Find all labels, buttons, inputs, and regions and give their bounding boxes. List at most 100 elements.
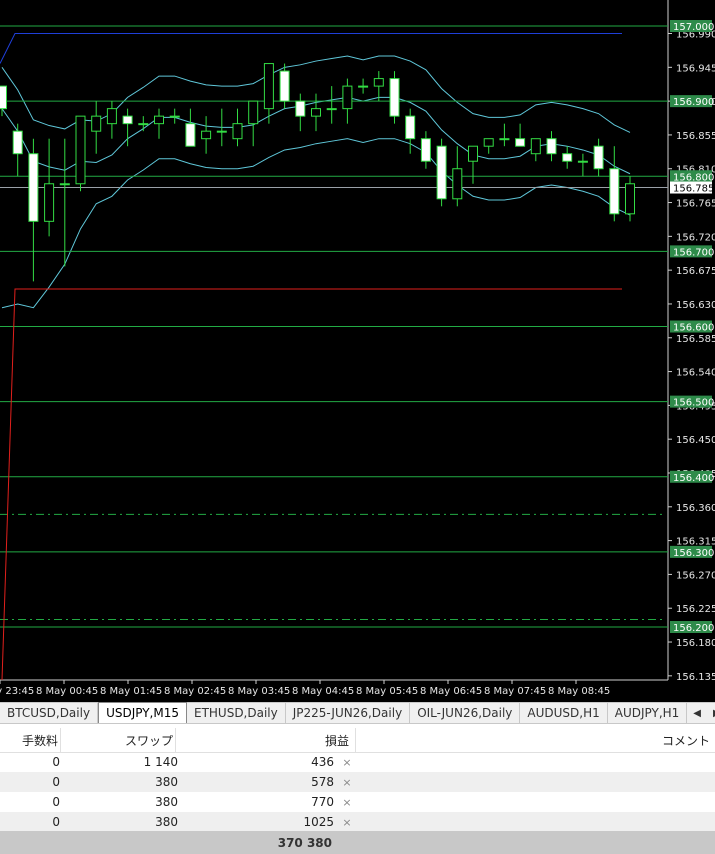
candle-body xyxy=(295,100,306,117)
candle-body xyxy=(436,145,447,200)
candle-body xyxy=(577,160,588,163)
close-icon[interactable]: × xyxy=(340,812,354,832)
tab-audusd-h1[interactable]: AUDUSD,H1 xyxy=(520,703,608,723)
candle-body xyxy=(185,123,196,147)
time-tick-label: 8 May 08:45 xyxy=(548,686,610,697)
candle-body xyxy=(625,183,635,215)
tab-jp225-daily[interactable]: JP225-JUN26,Daily xyxy=(286,703,411,723)
fee-cell: 0 xyxy=(52,755,60,769)
total-row: 370 380 xyxy=(0,831,715,854)
fee-cell: 0 xyxy=(52,815,60,829)
current-price-label: 156.785 xyxy=(673,184,714,195)
swap-cell: 380 xyxy=(155,795,178,809)
profit-cell: 578 xyxy=(311,775,334,789)
candle-body xyxy=(91,115,102,132)
blue-trend-line xyxy=(0,33,622,64)
price-tick-label: 156.720 xyxy=(676,232,715,243)
fee-cell: 0 xyxy=(52,795,60,809)
price-level-label: 156.900 xyxy=(673,97,714,108)
price-tick-label: 156.585 xyxy=(676,334,715,345)
candle-body xyxy=(44,183,55,222)
close-icon[interactable]: × xyxy=(340,792,354,812)
candle-body xyxy=(59,183,70,186)
time-tick-label: 8 May 07:45 xyxy=(484,686,546,697)
candle-body xyxy=(216,130,227,133)
time-tick-label: 8 May 01:45 xyxy=(100,686,162,697)
price-tick-label: 156.360 xyxy=(676,503,715,514)
table-row[interactable]: 0 1 140 436 × xyxy=(0,752,715,772)
profit-cell: 1025 xyxy=(303,815,334,829)
price-tick-label: 156.180 xyxy=(676,638,715,649)
candle-body xyxy=(154,115,164,125)
tab-usdjpy-m15[interactable]: USDJPY,M15 xyxy=(98,702,187,723)
candle-body xyxy=(75,115,86,185)
candle-body xyxy=(106,108,117,125)
time-tick-label: 8 May 05:45 xyxy=(356,686,418,697)
time-tick-label: 8 May 02:45 xyxy=(164,686,226,697)
profit-cell: 770 xyxy=(311,795,334,809)
time-tick-label: 8 May 06:45 xyxy=(420,686,482,697)
candle-body xyxy=(138,123,149,126)
price-level-label: 156.500 xyxy=(673,398,714,409)
candle-body xyxy=(201,130,212,140)
fee-cell: 0 xyxy=(52,775,60,789)
candle-body xyxy=(468,145,478,162)
tab-ethusd-daily[interactable]: ETHUSD,Daily xyxy=(187,703,286,723)
candle-body xyxy=(593,145,604,170)
tab-oil-daily[interactable]: OIL-JUN26,Daily xyxy=(410,703,521,723)
price-level-label: 157.000 xyxy=(673,22,714,33)
swap-cell: 380 xyxy=(155,815,178,829)
table-row[interactable]: 0 380 770 × xyxy=(0,792,715,812)
header-profit[interactable]: 損益 xyxy=(182,728,356,752)
lower-band xyxy=(1,138,631,309)
price-chart[interactable]: 156.990156.945156.900156.855156.810156.7… xyxy=(0,0,715,702)
time-tick-label: 8 May 00:45 xyxy=(36,686,98,697)
candle-body xyxy=(373,78,384,87)
profit-cell: 436 xyxy=(311,755,334,769)
candle-body xyxy=(562,153,573,162)
price-level-label: 156.600 xyxy=(673,323,714,334)
price-tick-label: 156.450 xyxy=(676,435,715,446)
price-level-label: 156.200 xyxy=(673,623,714,634)
price-tick-label: 156.135 xyxy=(676,672,715,683)
table-row[interactable]: 0 380 1025 × xyxy=(0,812,715,832)
candle-body xyxy=(515,138,526,147)
chart-canvas[interactable]: 156.990156.945156.900156.855156.810156.7… xyxy=(0,0,715,702)
candle-body xyxy=(232,123,243,140)
scroll-left-icon[interactable]: ◀ xyxy=(687,708,707,719)
price-level-label: 156.300 xyxy=(673,548,714,559)
price-tick-label: 156.540 xyxy=(676,368,715,379)
price-tick-label: 156.765 xyxy=(676,199,715,210)
tab-scroll-arrows: ◀ ▶ xyxy=(687,703,715,723)
candle-body xyxy=(263,63,274,110)
candle-body xyxy=(326,108,337,111)
candle-body xyxy=(279,70,290,102)
candle-body xyxy=(358,85,369,88)
candle-body xyxy=(389,78,400,117)
close-icon[interactable]: × xyxy=(340,752,354,772)
tab-audjpy-h1[interactable]: AUDJPY,H1 xyxy=(608,703,688,723)
candle-body xyxy=(122,115,133,125)
header-swap[interactable]: スワップ xyxy=(62,728,176,752)
total-value: 370 380 xyxy=(277,835,332,850)
price-tick-label: 156.630 xyxy=(676,300,715,311)
candle-body xyxy=(546,138,557,155)
candle-body xyxy=(405,115,416,140)
candle-body xyxy=(530,138,541,155)
header-comment[interactable]: コメント xyxy=(600,728,710,752)
header-fee[interactable]: 手数料 xyxy=(0,728,61,752)
candle-body xyxy=(420,138,431,162)
table-row[interactable]: 0 380 578 × xyxy=(0,772,715,792)
price-level-label: 156.700 xyxy=(673,247,714,258)
swap-cell: 1 140 xyxy=(143,755,178,769)
scroll-right-icon[interactable]: ▶ xyxy=(707,708,715,719)
time-tick-label: 8 May 04:45 xyxy=(292,686,354,697)
candle-body xyxy=(452,168,463,200)
price-level-label: 156.400 xyxy=(673,473,714,484)
close-icon[interactable]: × xyxy=(340,772,354,792)
candle-body xyxy=(0,85,7,110)
red-trend-line xyxy=(1,288,622,681)
table-header: 手数料 スワップ 損益 コメント xyxy=(0,728,715,753)
price-tick-label: 156.945 xyxy=(676,63,715,74)
tab-btcusd-daily[interactable]: BTCUSD,Daily xyxy=(0,703,99,723)
